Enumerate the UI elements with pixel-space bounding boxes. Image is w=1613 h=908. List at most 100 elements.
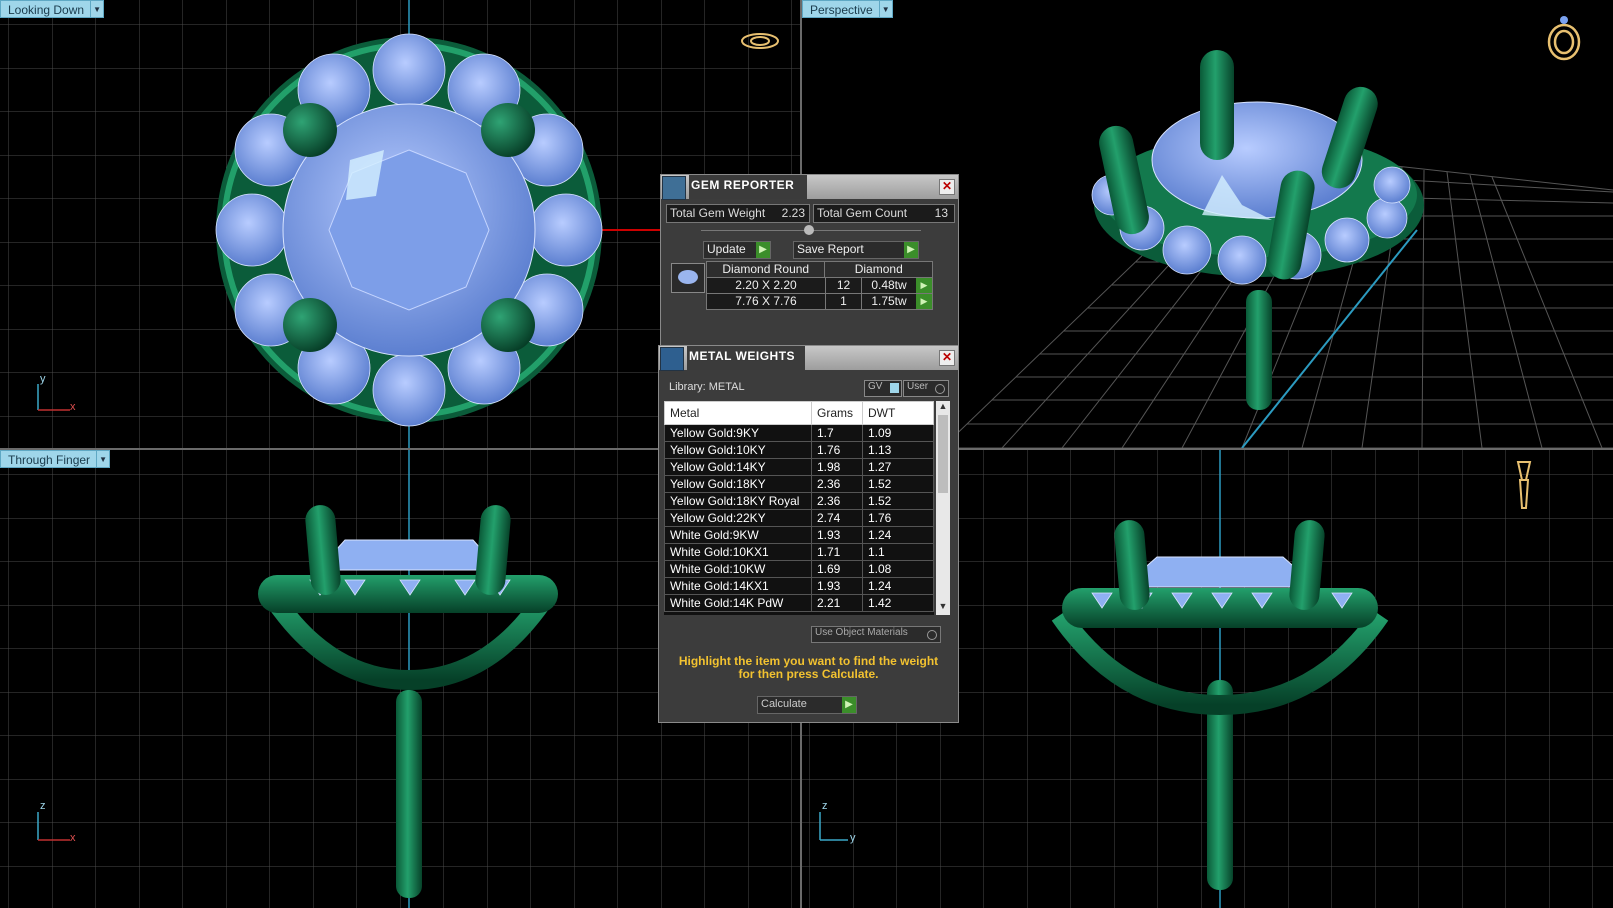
gem-size: 2.20 X 2.20	[707, 278, 826, 293]
metal-row[interactable]: White Gold:10KX1 1.71 1.1	[664, 543, 934, 561]
chevron-down-icon[interactable]: ▼	[879, 0, 893, 18]
gem-table-header: Diamond Round Diamond	[706, 261, 933, 278]
scroll-thumb[interactable]	[938, 415, 948, 493]
toggle-indicator-icon	[927, 630, 937, 640]
library-label: Library: METAL	[669, 381, 745, 393]
table-scrollbar[interactable]: ▲ ▼	[936, 401, 950, 615]
panel-title: GEM REPORTER	[691, 178, 795, 192]
metal-row[interactable]: White Gold:14KX1 1.93 1.24	[664, 577, 934, 595]
metal-weights-titlebar[interactable]: METAL WEIGHTS ✕	[659, 346, 958, 371]
close-icon[interactable]: ✕	[939, 350, 955, 366]
use-object-materials-label: Use Object Materials	[815, 627, 908, 638]
total-weight-value: 2.23	[781, 206, 805, 220]
metal-cell-metal: Yellow Gold:10KY	[664, 441, 812, 459]
flask-icon	[660, 347, 684, 371]
column-dwt[interactable]: DWT	[862, 401, 934, 425]
chevron-down-icon[interactable]: ▼	[91, 0, 105, 18]
gem-size: 7.76 X 7.76	[707, 294, 826, 309]
gem-count: 1	[826, 294, 862, 309]
total-weight-box: Total Gem Weight 2.23	[666, 204, 810, 223]
scroll-up-icon[interactable]: ▲	[936, 401, 950, 415]
metal-cell-dwt: 1.52	[862, 475, 934, 493]
save-report-label: Save Report	[797, 242, 864, 256]
play-icon: ▶	[904, 242, 918, 258]
metal-cell-dwt: 1.42	[862, 594, 934, 612]
metal-cell-dwt: 1.09	[862, 424, 934, 442]
viewport-name: Perspective	[802, 0, 880, 18]
axis-label-x: x	[70, 401, 76, 413]
metal-cell-grams: 1.98	[811, 458, 863, 476]
viewport-label-perspective[interactable]: Perspective ▼	[802, 0, 893, 18]
gem-row[interactable]: 7.76 X 7.76 1 1.75tw ▶	[706, 294, 933, 310]
gem-thumbnail-icon[interactable]	[671, 263, 705, 293]
metal-row[interactable]: Yellow Gold:18KY Royal 2.36 1.52	[664, 492, 934, 510]
gem-shape-icon	[678, 270, 698, 284]
scroll-down-icon[interactable]: ▼	[936, 601, 950, 615]
metal-cell-dwt: 1.13	[862, 441, 934, 459]
header-material: Diamond	[854, 262, 903, 276]
gem-report-icon	[662, 176, 686, 200]
row-go-icon[interactable]: ▶	[916, 294, 932, 309]
metal-cell-grams: 2.21	[811, 594, 863, 612]
update-label: Update	[707, 242, 746, 256]
metal-cell-metal: Yellow Gold:18KY Royal	[664, 492, 812, 510]
metal-cell-dwt: 1.24	[862, 526, 934, 544]
gv-label: GV	[868, 381, 883, 392]
header-shape: Diamond Round	[707, 262, 826, 277]
gv-toggle[interactable]: GV	[864, 380, 902, 397]
metal-weights-panel: METAL WEIGHTS ✕ Library: METAL GV User M…	[658, 345, 959, 723]
total-weight-label: Total Gem Weight	[670, 206, 766, 220]
column-metal[interactable]: Metal	[664, 401, 812, 425]
metal-row[interactable]: Yellow Gold:18KY 2.36 1.52	[664, 475, 934, 493]
gem-reporter-titlebar[interactable]: GEM REPORTER ✕	[661, 175, 958, 200]
splitter-knob-icon[interactable]	[804, 225, 814, 235]
calculate-button[interactable]: Calculate ▶	[757, 696, 857, 714]
metal-row[interactable]: White Gold:10KW 1.69 1.08	[664, 560, 934, 578]
metal-cell-dwt: 1.52	[862, 492, 934, 510]
gem-reporter-panel: GEM REPORTER ✕ Total Gem Weight 2.23 Tot…	[660, 174, 959, 347]
metal-row[interactable]: White Gold:9KW 1.93 1.24	[664, 526, 934, 544]
metal-cell-dwt: 1.1	[862, 543, 934, 561]
metal-row[interactable]: Yellow Gold:14KY 1.98 1.27	[664, 458, 934, 476]
axis-label-z: z	[822, 800, 828, 812]
save-report-button[interactable]: Save Report ▶	[793, 241, 919, 259]
gem-row[interactable]: 2.20 X 2.20 12 0.48tw ▶	[706, 278, 933, 294]
gv-indicator-icon	[890, 383, 899, 393]
viewport-name: Looking Down	[0, 0, 92, 18]
user-label: User	[907, 381, 929, 392]
total-count-value: 13	[934, 206, 948, 220]
axis-label-y: y	[40, 373, 46, 385]
chevron-down-icon[interactable]: ▼	[97, 450, 111, 468]
close-icon[interactable]: ✕	[939, 179, 955, 195]
metal-cell-metal: White Gold:10KX1	[664, 543, 812, 561]
play-icon: ▶	[842, 697, 856, 713]
user-toggle[interactable]: User	[903, 380, 949, 397]
metal-cell-metal: White Gold:10KW	[664, 560, 812, 578]
play-icon: ▶	[756, 242, 770, 258]
metal-cell-grams: 1.93	[811, 577, 863, 595]
viewport-label-through-finger[interactable]: Through Finger ▼	[0, 450, 111, 468]
column-grams[interactable]: Grams	[811, 401, 863, 425]
metal-table-container[interactable]: Metal Grams DWT Yellow Gold:9KY 1.7 1.09 Ye…	[664, 401, 934, 615]
metal-rows: Yellow Gold:9KY 1.7 1.09 Yellow Gold:10KY 1.…	[664, 424, 934, 612]
metal-cell-metal: Yellow Gold:18KY	[664, 475, 812, 493]
metal-cell-metal: Yellow Gold:14KY	[664, 458, 812, 476]
metal-table: Metal Grams DWT Yellow Gold:9KY 1.7 1.09 Ye…	[664, 401, 934, 612]
metal-cell-grams: 1.7	[811, 424, 863, 442]
metal-cell-grams: 1.93	[811, 526, 863, 544]
metal-row[interactable]: Yellow Gold:10KY 1.76 1.13	[664, 441, 934, 459]
row-go-icon[interactable]: ▶	[916, 278, 932, 293]
metal-row[interactable]: Yellow Gold:22KY 2.74 1.76	[664, 509, 934, 527]
metal-row[interactable]: Yellow Gold:9KY 1.7 1.09	[664, 424, 934, 442]
total-count-label: Total Gem Count	[817, 206, 908, 220]
metal-cell-dwt: 1.27	[862, 458, 934, 476]
metal-cell-metal: Yellow Gold:9KY	[664, 424, 812, 442]
axis-label-y: y	[850, 832, 856, 844]
update-button[interactable]: Update ▶	[703, 241, 771, 259]
viewport-label-looking-down[interactable]: Looking Down ▼	[0, 0, 105, 18]
metal-cell-grams: 1.69	[811, 560, 863, 578]
use-object-materials-toggle[interactable]: Use Object Materials	[811, 626, 941, 643]
total-count-box: Total Gem Count 13	[813, 204, 955, 223]
metal-row[interactable]: White Gold:14K PdW 2.21 1.42	[664, 594, 934, 612]
gem-count: 12	[826, 278, 862, 293]
